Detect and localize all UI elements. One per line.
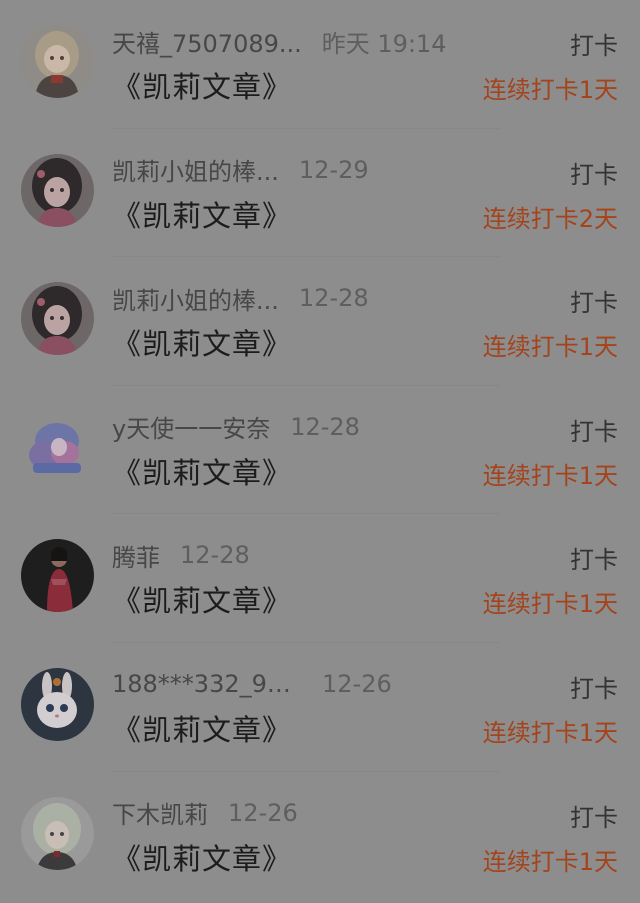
user-avatar[interactable] <box>21 25 94 98</box>
post-time: 12-28 <box>180 541 250 570</box>
checkin-label: 打卡 <box>570 417 618 446</box>
anime-girl-cream-hair-avatar-icon <box>21 25 94 98</box>
user-name[interactable]: y天使一一安奈 <box>112 409 270 444</box>
checkin-label: 打卡 <box>570 546 618 575</box>
anime-girl-dark-hair-avatar-icon <box>21 282 94 356</box>
streak-count: 连续打卡1天 <box>482 76 618 104</box>
checkin-label: 打卡 <box>570 674 618 703</box>
checkin-label: 打卡 <box>570 32 618 60</box>
user-name[interactable]: 凯莉小姐的棒... <box>112 152 279 187</box>
list-item[interactable]: y天使一一安奈 12-28 《凯莉文章》 打卡 连续打卡1天 <box>0 386 640 515</box>
user-avatar[interactable] <box>21 153 94 227</box>
streak-count: 连续打卡2天 <box>482 204 618 233</box>
post-time: 昨天 19:14 <box>321 29 447 58</box>
post-time: 12-26 <box>228 798 298 827</box>
list-item[interactable]: 下木凯莉 12-26 《凯莉文章》 打卡 连续打卡1天 <box>0 772 640 901</box>
user-name[interactable]: 凯莉小姐的棒... <box>112 281 279 316</box>
list-item[interactable]: 腾菲 12-28 《凯莉文章》 打卡 连续打卡1天 <box>0 514 640 643</box>
anime-girl-pale-green-hair-avatar-icon <box>21 796 94 870</box>
post-title[interactable]: 《凯莉文章》 <box>112 836 292 878</box>
user-name[interactable]: 天禧_7507089... <box>112 24 302 59</box>
post-title[interactable]: 《凯莉文章》 <box>112 321 292 363</box>
list-item[interactable]: 凯莉小姐的棒... 12-28 《凯莉文章》 打卡 连续打卡1天 <box>0 257 640 386</box>
list-item[interactable]: 凯莉小姐的棒... 12-29 《凯莉文章》 打卡 连续打卡2天 <box>0 129 640 258</box>
woman-red-dress-photo-avatar-icon <box>21 539 94 613</box>
streak-count: 连续打卡1天 <box>482 461 618 490</box>
post-time: 12-29 <box>298 155 369 184</box>
checkin-feed-list: 天禧_7507089... 昨天 19:14 《凯莉文章》 打卡 连续打卡1天 … <box>0 0 640 903</box>
checkin-label: 打卡 <box>570 160 618 189</box>
user-avatar[interactable] <box>21 539 94 613</box>
post-title[interactable]: 《凯莉文章》 <box>112 450 292 492</box>
post-title[interactable]: 《凯莉文章》 <box>112 707 292 749</box>
post-time: 12-28 <box>298 284 369 313</box>
user-name[interactable]: 188***332_92... <box>112 670 302 698</box>
user-avatar[interactable] <box>21 667 94 741</box>
list-item[interactable]: 天禧_7507089... 昨天 19:14 《凯莉文章》 打卡 连续打卡1天 <box>0 0 640 129</box>
user-avatar[interactable] <box>21 410 94 484</box>
streak-count: 连续打卡1天 <box>482 333 618 362</box>
post-title[interactable]: 《凯莉文章》 <box>112 578 292 620</box>
post-time: 12-26 <box>322 669 392 698</box>
checkin-label: 打卡 <box>570 289 618 318</box>
list-item[interactable]: 188***332_92... 12-26 《凯莉文章》 打卡 连续打卡1天 <box>0 643 640 772</box>
anime-blue-hair-avatar-icon <box>21 410 94 484</box>
anime-girl-dark-hair-avatar-icon <box>21 153 94 227</box>
user-name[interactable]: 下木凯莉 <box>112 795 208 830</box>
checkin-label: 打卡 <box>570 803 618 832</box>
streak-count: 连续打卡1天 <box>482 590 618 619</box>
user-avatar[interactable] <box>21 796 94 870</box>
streak-count: 连续打卡1天 <box>482 847 618 876</box>
white-rabbit-avatar-icon <box>21 667 94 741</box>
post-title[interactable]: 《凯莉文章》 <box>112 64 292 106</box>
streak-count: 连续打卡1天 <box>482 718 618 747</box>
user-avatar[interactable] <box>21 282 94 356</box>
post-title[interactable]: 《凯莉文章》 <box>112 193 292 235</box>
post-time: 12-28 <box>290 412 360 441</box>
user-name[interactable]: 腾菲 <box>112 538 160 573</box>
